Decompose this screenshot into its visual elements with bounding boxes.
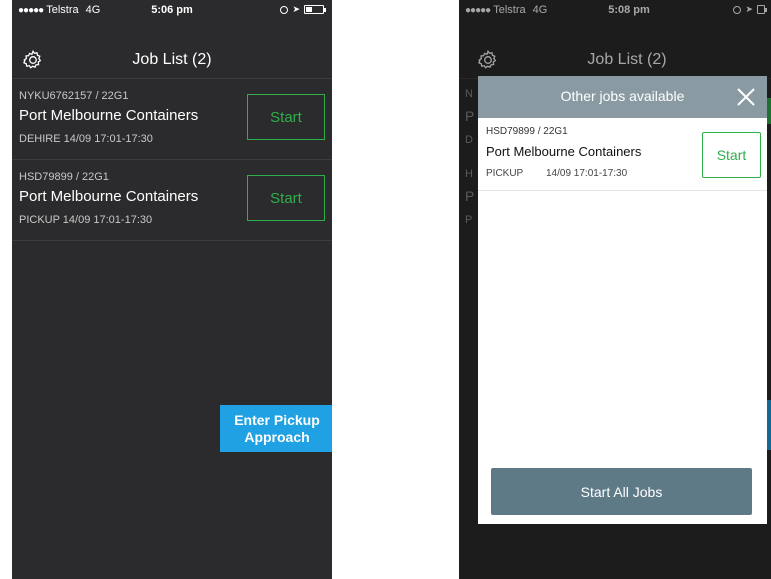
orientation-lock-icon — [280, 5, 289, 14]
job-type: PICKUP — [486, 168, 524, 179]
network-type: 4G — [85, 4, 101, 16]
phone-screen-job-list: ●●●●● Telstra 4G 5:06 pm ➤ Job List (2) … — [12, 0, 332, 579]
enter-pickup-approach-button[interactable]: Enter Pickup Approach — [220, 405, 332, 452]
screenshot-canvas: ●●●●● Telstra 4G 5:06 pm ➤ Job List (2) … — [0, 0, 771, 579]
job-reference: NYKU6762157 / 22G1 — [19, 90, 129, 102]
status-bar: ●●●●● Telstra 4G 5:06 pm ➤ — [12, 0, 332, 20]
job-location: Port Melbourne Containers — [486, 144, 642, 159]
modal-header: Other jobs available — [478, 76, 767, 118]
job-location: Port Melbourne Containers — [19, 188, 199, 205]
job-type-time: DEHIRE 14/09 17:01-17:30 — [19, 133, 153, 145]
job-list-item[interactable]: NYKU6762157 / 22G1 Port Melbourne Contai… — [12, 79, 332, 160]
page-title: Job List (2) — [132, 51, 212, 68]
carrier-name: Telstra — [46, 4, 79, 16]
pickup-button-line2: Approach — [244, 428, 310, 445]
close-icon[interactable] — [735, 86, 757, 108]
job-reference: HSD79899 / 22G1 — [486, 126, 568, 137]
signal-strength-icon: ●●●●● — [18, 4, 44, 16]
start-all-jobs-button[interactable]: Start All Jobs — [491, 468, 752, 515]
job-type-time: PICKUP 14/09 17:01-17:30 — [19, 214, 153, 226]
start-job-button[interactable]: Start — [247, 94, 325, 140]
phone-screen-other-jobs-modal: ●●●●● Telstra 4G 5:08 pm ➤ Job List (2) … — [459, 0, 771, 579]
location-arrow-icon: ➤ — [292, 4, 300, 14]
other-jobs-modal: Other jobs available HSD79899 / 22G1 Por… — [478, 76, 767, 524]
battery-icon — [304, 5, 326, 14]
start-job-button[interactable]: Start — [702, 132, 761, 178]
navigation-bar: Job List (2) — [12, 44, 332, 79]
modal-job-item[interactable]: HSD79899 / 22G1 Port Melbourne Container… — [478, 118, 767, 191]
job-time-window: 14/09 17:01-17:30 — [546, 168, 628, 179]
status-icons: ➤ — [280, 4, 326, 15]
job-list-item[interactable]: HSD79899 / 22G1 Port Melbourne Container… — [12, 160, 332, 241]
modal-title: Other jobs available — [560, 88, 685, 104]
pickup-button-line1: Enter Pickup — [234, 411, 320, 428]
carrier-info: ●●●●● Telstra 4G — [18, 4, 100, 16]
start-job-button[interactable]: Start — [247, 175, 325, 221]
job-location: Port Melbourne Containers — [19, 107, 199, 124]
job-reference: HSD79899 / 22G1 — [19, 171, 109, 183]
